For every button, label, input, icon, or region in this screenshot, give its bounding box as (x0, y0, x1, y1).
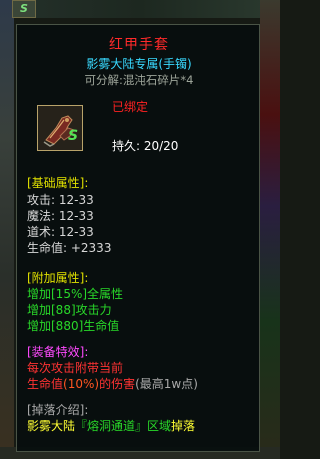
drop-zone: 『熔洞通道』区域 (75, 419, 172, 433)
game-background-right (260, 0, 280, 459)
special-line-2: 生命值(10%)的伤害(最高1w点) (27, 376, 198, 392)
extra-attr-attack: 增加[88]攻击力 (27, 303, 112, 317)
special-damage-word: 的伤害 (99, 377, 136, 391)
attr-tao: 道术: 12-33 (27, 225, 94, 239)
attr-hp: 生命值: +2333 (27, 241, 112, 255)
extra-attr-all: 增加[15%]全属性 (27, 287, 124, 301)
extra-attr-hp: 增加[880]生命值 (27, 319, 120, 333)
slot-badge: S (20, 2, 28, 15)
inventory-slot[interactable]: S (12, 0, 36, 18)
drop-suffix: 掉落 (171, 419, 196, 433)
item-exclusive: 影雾大陆专属(手镯) (86, 57, 192, 71)
drop-line: 影雾大陆『熔洞通道』区域掉落 (27, 418, 195, 434)
special-line-1: 每次攻击附带当前 (27, 361, 124, 375)
special-header: [装备特效]: (27, 345, 89, 359)
special-hp-word: 生命值 (27, 377, 64, 391)
item-grade-badge: S (68, 128, 79, 144)
item-icon-frame: S (37, 105, 83, 151)
drop-header: [掉落介绍]: (27, 403, 89, 417)
attr-attack: 攻击: 12-33 (27, 193, 94, 207)
attr-magic: 魔法: 12-33 (27, 209, 94, 223)
special-cap: (最高1w点) (135, 377, 198, 391)
item-decompose: 可分解:混沌石碎片*4 (84, 73, 194, 87)
base-attrs-header: [基础属性]: (27, 176, 89, 190)
game-background-left (0, 0, 14, 459)
extra-attrs-header: [附加属性]: (27, 271, 89, 285)
drop-continent: 影雾大陆 (27, 419, 76, 433)
item-tooltip: 红甲手套 影雾大陆专属(手镯) 可分解:混沌石碎片*4 S 已绑定 持久: 20… (16, 24, 260, 452)
special-percent: (10%) (63, 377, 100, 391)
durability: 持久: 20/20 (112, 139, 179, 153)
bound-status: 已绑定 (112, 100, 149, 114)
item-name: 红甲手套 (109, 37, 169, 53)
game-background-top (0, 0, 280, 18)
